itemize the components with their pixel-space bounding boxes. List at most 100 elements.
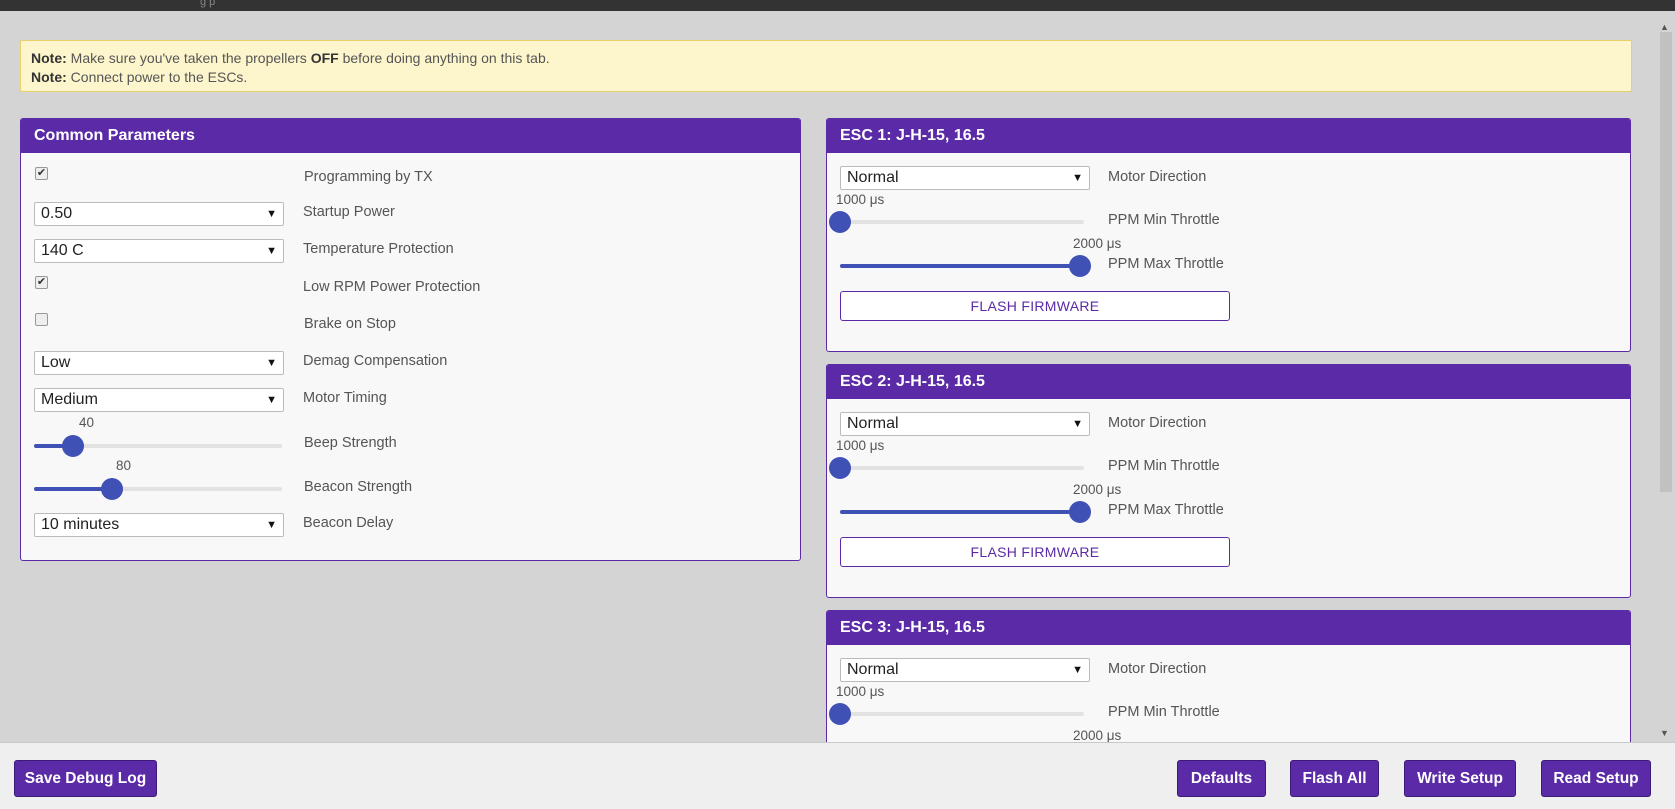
motor-direction-label: Motor Direction — [1108, 169, 1207, 185]
temperature-protection-select[interactable]: 140 C ▼ — [34, 239, 284, 263]
select-value: Normal — [847, 415, 899, 432]
ppm-max-value: 2000 μs — [1073, 728, 1122, 743]
startup-power-select[interactable]: 0.50 ▼ — [34, 202, 284, 226]
note-prefix: Note: — [31, 69, 67, 85]
chevron-down-icon: ▼ — [266, 394, 277, 406]
chevron-down-icon: ▼ — [1072, 172, 1083, 184]
ppm-min-label: PPM Min Throttle — [1108, 704, 1220, 720]
panel-title: Common Parameters — [21, 119, 800, 153]
footer-toolbar: Save Debug Log Defaults Flash All Write … — [0, 742, 1675, 809]
ppm-min-slider[interactable] — [829, 211, 1084, 233]
demag-compensation-select[interactable]: Low ▼ — [34, 351, 284, 375]
ppm-min-label: PPM Min Throttle — [1108, 458, 1220, 474]
slider-thumb[interactable] — [829, 703, 851, 725]
ppm-max-value: 2000 μs — [1073, 482, 1122, 497]
select-value: Normal — [847, 169, 899, 186]
programming-tx-checkbox[interactable]: ✔ — [35, 167, 48, 180]
page-scrollbar[interactable]: ▲ ▼ — [1657, 22, 1675, 742]
select-value: Low — [41, 354, 71, 371]
scrollbar-thumb[interactable] — [1660, 32, 1672, 492]
slider-thumb[interactable] — [1069, 255, 1091, 277]
scroll-down-icon[interactable]: ▼ — [1660, 728, 1669, 738]
note-text: Make sure you've taken the propellers — [66, 50, 311, 66]
ppm-max-slider[interactable] — [840, 255, 1091, 277]
beep-strength-value: 40 — [79, 415, 95, 430]
save-debug-log-button[interactable]: Save Debug Log — [14, 760, 157, 797]
beacon-strength-slider[interactable] — [34, 478, 282, 500]
ppm-max-slider[interactable] — [840, 501, 1091, 523]
chevron-down-icon: ▼ — [266, 208, 277, 220]
beacon-strength-value: 80 — [116, 458, 132, 473]
chevron-down-icon: ▼ — [266, 519, 277, 531]
read-setup-button[interactable]: Read Setup — [1541, 760, 1651, 797]
brake-on-stop-label: Brake on Stop — [304, 316, 396, 332]
beep-strength-slider[interactable] — [34, 435, 282, 457]
panel-title: ESC 1: J-H-15, 16.5 — [827, 119, 1630, 153]
startup-power-label: Startup Power — [303, 204, 395, 220]
ppm-min-value: 1000 μs — [836, 438, 885, 453]
motor-direction-select[interactable]: Normal ▼ — [840, 658, 1090, 682]
beacon-strength-label: Beacon Strength — [304, 479, 413, 495]
chevron-down-icon: ▼ — [266, 245, 277, 257]
scroll-up-icon[interactable]: ▲ — [1660, 22, 1669, 32]
select-value: 0.50 — [41, 205, 73, 222]
slider-fill — [840, 264, 1080, 268]
defaults-button[interactable]: Defaults — [1177, 760, 1266, 797]
slider-thumb[interactable] — [829, 457, 851, 479]
slider-thumb[interactable] — [829, 211, 851, 233]
demag-compensation-label: Demag Compensation — [303, 353, 448, 369]
warning-note: Note: Make sure you've taken the propell… — [20, 40, 1632, 92]
beep-strength-label: Beep Strength — [304, 435, 397, 451]
ppm-min-value: 1000 μs — [836, 684, 885, 699]
window-title: g p — [200, 0, 216, 8]
ppm-max-label: PPM Max Throttle — [1108, 256, 1224, 272]
note-emphasis: OFF — [310, 50, 339, 66]
beacon-delay-select[interactable]: 10 minutes ▼ — [34, 513, 284, 537]
note-prefix: Note: — [31, 50, 67, 66]
low-rpm-checkbox[interactable]: ✔ — [35, 276, 48, 289]
check-icon: ✔ — [36, 167, 47, 179]
slider-thumb[interactable] — [101, 478, 123, 500]
temperature-protection-label: Temperature Protection — [303, 241, 454, 257]
select-value: 10 minutes — [41, 516, 120, 533]
note-line-2: Note: Connect power to the ESCs. — [31, 68, 1621, 87]
slider-thumb[interactable] — [1069, 501, 1091, 523]
brake-on-stop-checkbox[interactable] — [35, 313, 48, 326]
ppm-min-value: 1000 μs — [836, 192, 885, 207]
note-text: Connect power to the ESCs. — [66, 69, 248, 85]
beacon-delay-label: Beacon Delay — [303, 515, 394, 531]
select-value: Normal — [847, 661, 899, 678]
chevron-down-icon: ▼ — [266, 357, 277, 369]
programming-tx-label: Programming by TX — [304, 169, 433, 185]
ppm-min-slider[interactable] — [829, 457, 1084, 479]
ppm-max-value: 2000 μs — [1073, 236, 1122, 251]
check-icon: ✔ — [36, 276, 47, 288]
ppm-min-slider[interactable] — [829, 703, 1084, 725]
write-setup-button[interactable]: Write Setup — [1404, 760, 1516, 797]
select-value: 140 C — [41, 242, 84, 259]
esc-2-panel: ESC 2: J-H-15, 16.5 Normal ▼ Motor Direct… — [826, 364, 1631, 598]
chevron-down-icon: ▼ — [1072, 418, 1083, 430]
motor-direction-select[interactable]: Normal ▼ — [840, 166, 1090, 190]
motor-direction-label: Motor Direction — [1108, 661, 1207, 677]
motor-timing-select[interactable]: Medium ▼ — [34, 388, 284, 412]
common-parameters-panel: Common Parameters ✔ Programming by TX 0.… — [20, 118, 801, 561]
window-titlebar: g p — [0, 0, 1675, 11]
low-rpm-label: Low RPM Power Protection — [303, 279, 481, 295]
select-value: Medium — [41, 391, 98, 408]
esc-1-panel: ESC 1: J-H-15, 16.5 Normal ▼ Motor Direct… — [826, 118, 1631, 352]
motor-timing-label: Motor Timing — [303, 390, 387, 406]
slider-thumb[interactable] — [62, 435, 84, 457]
panel-title: ESC 2: J-H-15, 16.5 — [827, 365, 1630, 399]
motor-direction-label: Motor Direction — [1108, 415, 1207, 431]
flash-firmware-button[interactable]: FLASH FIRMWARE — [840, 291, 1230, 321]
flash-all-button[interactable]: Flash All — [1290, 760, 1379, 797]
chevron-down-icon: ▼ — [1072, 664, 1083, 676]
panel-title: ESC 3: J-H-15, 16.5 — [827, 611, 1630, 645]
flash-firmware-button[interactable]: FLASH FIRMWARE — [840, 537, 1230, 567]
note-line-1: Note: Make sure you've taken the propell… — [31, 49, 1621, 68]
motor-direction-select[interactable]: Normal ▼ — [840, 412, 1090, 436]
note-text: before doing anything on this tab. — [338, 50, 550, 66]
slider-fill — [840, 510, 1080, 514]
ppm-min-label: PPM Min Throttle — [1108, 212, 1220, 228]
